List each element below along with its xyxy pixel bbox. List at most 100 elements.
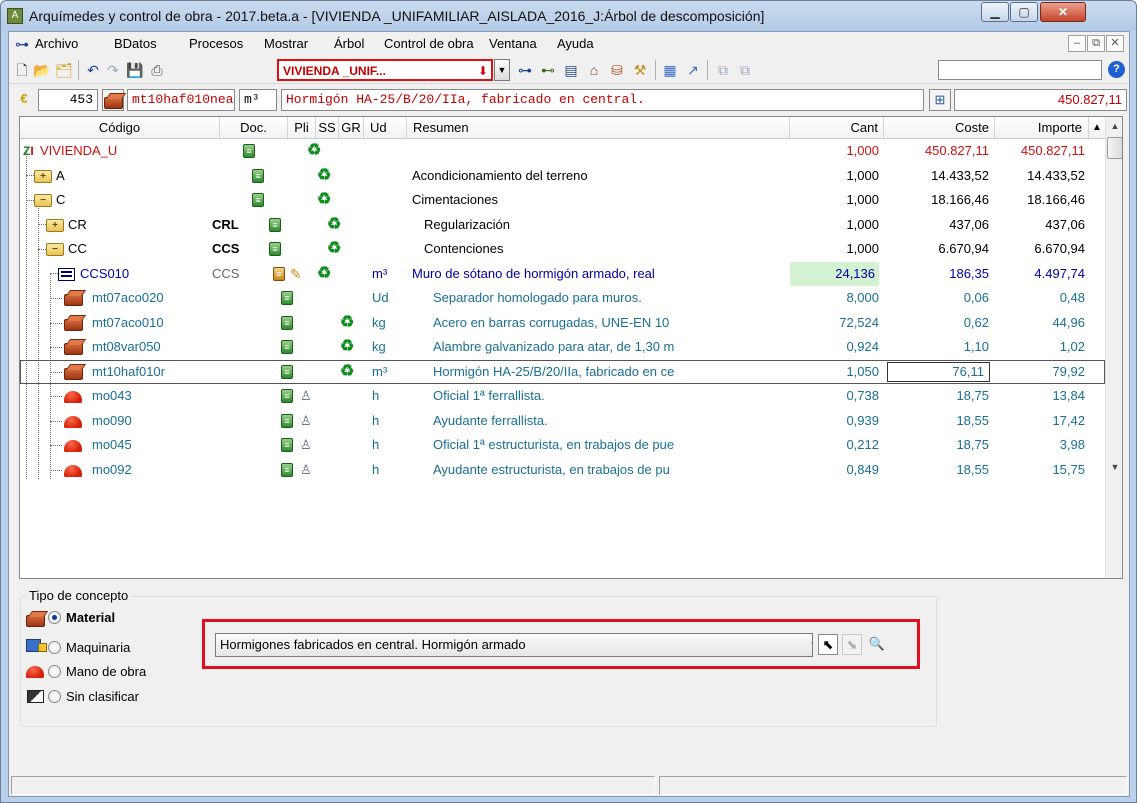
document-green-icon[interactable]: ≡ [281, 340, 293, 354]
radio-sin-clasificar-label[interactable]: Sin clasificar [66, 689, 139, 704]
open-folder-icon[interactable]: 📂 [33, 61, 51, 79]
menu-arbol[interactable]: Árbol [334, 36, 364, 51]
category-select[interactable]: Hormigones fabricados en central. Hormig… [215, 633, 813, 657]
menu-ventana[interactable]: Ventana [489, 36, 537, 51]
document-yellow-icon[interactable]: ≡ [273, 266, 285, 281]
table-row[interactable]: mt07aco010 ≡ ♻ kg Acero en barras corrug… [20, 311, 1105, 336]
sort-up-icon[interactable]: ▲ [1089, 117, 1105, 139]
folder-expand-icon[interactable]: + [34, 169, 52, 183]
grid-vertical-scrollbar[interactable]: ▲ ▼ [1105, 117, 1122, 578]
document-green-icon[interactable]: ≡ [269, 217, 281, 232]
header-resumen[interactable]: Resumen [407, 117, 790, 139]
header-importe[interactable]: Importe [995, 117, 1089, 139]
header-ss[interactable]: SS [316, 117, 339, 139]
radio-sin-clasificar[interactable]: Sin clasificar [26, 686, 196, 708]
pencil-icon[interactable]: ✎ [290, 267, 302, 281]
radio-mano-de-obra[interactable]: Mano de obra [26, 661, 196, 683]
concept-unit[interactable]: m³ [239, 89, 277, 111]
radio-maquinaria-label[interactable]: Maquinaria [66, 640, 130, 655]
menu-control-de-obra[interactable]: Control de obra [384, 36, 474, 51]
menu-procesos[interactable]: Procesos [189, 36, 243, 51]
radio-maquinaria-button[interactable] [48, 641, 61, 654]
table-row[interactable]: + A ≡ ♻ Acondicionamiento del terreno 1,… [20, 164, 1105, 189]
close-button[interactable]: ✕ [1040, 2, 1086, 22]
header-gr[interactable]: GR [339, 117, 364, 139]
table-row[interactable]: mt07aco020 ≡ Ud Separador homologado par… [20, 286, 1105, 311]
undo-icon[interactable]: ↶ [84, 61, 102, 79]
menu-archivo[interactable]: Archivo [35, 36, 78, 51]
search-field[interactable] [938, 60, 1102, 80]
concept-code[interactable]: mt10haf010nea [127, 89, 235, 111]
search-icon[interactable]: 🔍 [867, 634, 887, 655]
table-row[interactable]: − C ≡ ♻ Cimentaciones 1,000 18.166,46 18… [20, 188, 1105, 213]
project-selector[interactable]: VIVIENDA _UNIF... [277, 59, 493, 81]
document-green-icon[interactable]: ≡ [252, 193, 264, 207]
mdi-restore-button[interactable]: ⧉ [1087, 35, 1105, 52]
header-codigo[interactable]: Código [20, 117, 220, 139]
radio-material[interactable]: Material [26, 607, 186, 629]
calculator-icon[interactable]: ⊞ [929, 89, 951, 111]
maximize-button[interactable]: ▢ [1010, 2, 1038, 22]
help-icon[interactable]: ? [1108, 61, 1125, 78]
document-green-icon[interactable]: ≡ [243, 144, 255, 158]
row-coste-editor[interactable]: 76,11 [887, 361, 990, 382]
arrow-down-right-icon[interactable]: ⬊ [842, 634, 862, 655]
print-icon[interactable]: ⎙ [148, 61, 166, 79]
folder-collapse-icon[interactable]: − [46, 243, 64, 256]
branch-icon[interactable]: ⊷ [539, 61, 557, 79]
graph-icon[interactable]: ↗ [684, 61, 702, 79]
table-row[interactable]: mo045 ≡ ♙ h Oficial 1ª estructurista, en… [20, 433, 1105, 458]
radio-sin-clasificar-button[interactable] [48, 690, 61, 703]
task-unit-icon[interactable] [58, 267, 75, 281]
scroll-down-arrow[interactable]: ▼ [1107, 459, 1122, 476]
document-green-icon[interactable]: ≡ [281, 438, 293, 452]
category-dropdown-arrow[interactable]: ▼ [806, 635, 812, 655]
new-file-icon[interactable]: 🗋 [13, 61, 31, 79]
document-green-icon[interactable]: ≡ [252, 168, 264, 183]
table-row[interactable]: + CR CRL ≡ ♻ Regularización 1,000 437,06… [20, 213, 1105, 238]
menu-bdatos[interactable]: BDatos [114, 36, 157, 51]
table-row[interactable]: − CC CCS ≡ ♻ Contenciones 1,000 6.670,94… [20, 237, 1105, 262]
build-icon[interactable]: ⌂ [585, 61, 603, 79]
header-pli[interactable]: Pli [288, 117, 316, 139]
mdi-close-button[interactable]: ✕ [1106, 35, 1124, 52]
red-arrow-down-icon[interactable]: ⬇ [474, 62, 492, 80]
open-project-icon[interactable]: 🗂 [55, 61, 73, 79]
table-row[interactable]: mt08var050 ≡ ♻ kg Alambre galvanizado pa… [20, 335, 1105, 360]
table-row-selected[interactable]: mt10haf010r ≡ ♻ m³ Hormigón HA-25/B/20/I… [20, 359, 1105, 384]
document-green-icon[interactable]: ≡ [281, 389, 293, 403]
document-icon[interactable]: ▤ [562, 61, 580, 79]
header-ud[interactable]: Ud [364, 117, 407, 139]
header-doc[interactable]: Doc. [220, 117, 288, 139]
scroll-thumb[interactable] [1107, 137, 1122, 159]
minimize-button[interactable]: ▁ [981, 2, 1009, 22]
radio-maquinaria[interactable]: Maquinaria [26, 637, 196, 659]
project-dropdown-arrow[interactable]: ▼ [494, 59, 510, 81]
table-row[interactable]: mo090 ≡ ♙ h Ayudante ferrallista. 0,939 … [20, 409, 1105, 434]
mdi-minimize-button[interactable]: – [1068, 35, 1086, 52]
document-green-icon[interactable]: ≡ [281, 291, 293, 305]
row-cant[interactable]: 24,136 [790, 261, 879, 286]
folder-collapse-icon[interactable]: − [34, 194, 52, 207]
save-icon[interactable]: 💾 [126, 61, 144, 79]
table-row[interactable]: ZI VIVIENDA_U ≡ ♻ 1,000 450.827,11 450.8… [20, 139, 1105, 164]
radio-mano-de-obra-button[interactable] [48, 665, 61, 678]
folder-expand-icon[interactable]: + [46, 218, 64, 232]
scroll-up-arrow[interactable]: ▲ [1107, 118, 1122, 135]
document-green-icon[interactable]: ≡ [281, 315, 293, 330]
radio-material-button[interactable] [48, 611, 61, 624]
window-icon-2[interactable]: ⧉ [736, 61, 754, 79]
menu-mostrar[interactable]: Mostrar [264, 36, 308, 51]
tools-icon[interactable]: ⚒ [631, 61, 649, 79]
arrow-up-left-icon[interactable]: ⬉ [818, 634, 838, 655]
document-green-icon[interactable]: ≡ [269, 242, 281, 256]
radio-material-label[interactable]: Material [66, 610, 115, 625]
header-cant[interactable]: Cant [790, 117, 884, 139]
document-green-icon[interactable]: ≡ [281, 364, 293, 379]
concept-summary[interactable]: Hormigón HA-25/B/20/IIa, fabricado en ce… [281, 89, 924, 111]
window-icon-1[interactable]: ⧉ [714, 61, 732, 79]
resource-icon[interactable]: ⛁ [608, 61, 626, 79]
header-coste[interactable]: Coste [884, 117, 995, 139]
table-row[interactable]: CCS010 CCS ≡ ✎ ♻ m³ Muro de sótano de ho… [20, 261, 1105, 286]
chart-icon[interactable]: ▦ [661, 61, 679, 79]
